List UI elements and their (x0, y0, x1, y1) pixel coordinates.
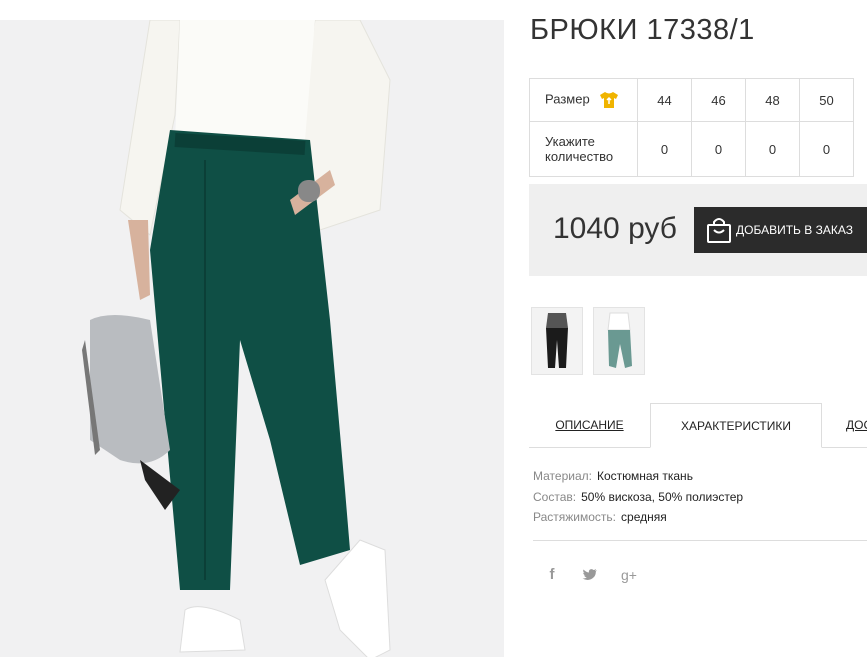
size-label-cell: Размер (529, 78, 638, 122)
thumbnail-green-pants[interactable] (593, 307, 645, 375)
characteristic-key: Материал: (533, 469, 592, 483)
characteristic-key: Растяжимость: (533, 510, 617, 524)
size-46: 46 (691, 78, 746, 122)
add-to-order-label: ДОБАВИТЬ В ЗАКАЗ (736, 223, 853, 237)
tab-characteristics[interactable]: ХАРАКТЕРИСТИКИ (650, 403, 822, 448)
quantity-input-44[interactable]: 0 (637, 121, 692, 177)
quantity-label-line1: Укажите (545, 134, 595, 149)
tab-description-label: ОПИСАНИЕ (555, 418, 624, 432)
quantity-input-46[interactable]: 0 (691, 121, 746, 177)
quantity-row: Укажите количество 0 0 0 0 (529, 121, 854, 177)
product-tabs: ОПИСАНИЕ ХАРАКТЕРИСТИКИ ДОСТАВКА (529, 403, 867, 448)
size-48: 48 (745, 78, 800, 122)
price-panel: 1040 руб ДОБАВИТЬ В ЗАКАЗ (529, 184, 867, 276)
characteristic-key: Состав: (533, 489, 577, 504)
tab-characteristics-label: ХАРАКТЕРИСТИКИ (680, 419, 791, 433)
tab-delivery-label: ДОСТАВКА (846, 418, 867, 432)
twitter-icon[interactable] (581, 566, 599, 584)
characteristic-row: Растяжимость: средняя (533, 507, 743, 528)
characteristic-row: Материал: Костюмная ткань (533, 466, 743, 487)
size-44: 44 (637, 78, 692, 122)
tab-delivery[interactable]: ДОСТАВКА (846, 403, 867, 447)
characteristic-row: Состав: 50% вискоза, 50% полиэстер (533, 487, 743, 508)
facebook-icon[interactable]: f (543, 566, 561, 584)
characteristic-value: средняя (621, 510, 667, 524)
characteristics-list: Материал: Костюмная ткань Состав: 50% виск… (533, 466, 743, 528)
product-main-image[interactable] (0, 20, 504, 657)
size-label: Размер (545, 91, 590, 107)
size-row: Размер 44 46 48 50 (529, 78, 854, 122)
size-50: 50 (799, 78, 854, 122)
tab-description[interactable]: ОПИСАНИЕ (529, 403, 650, 447)
divider (533, 540, 867, 541)
google-plus-icon[interactable]: g+ (618, 566, 640, 584)
characteristic-value: 50% вискоза, 50% полиэстер (581, 489, 744, 504)
characteristic-value: Костюмная ткань (596, 469, 693, 483)
quantity-label-line2: количество (545, 149, 614, 164)
size-table: Размер 44 46 48 50 Укажите количество 0 … (529, 78, 854, 177)
price: 1040 руб (553, 212, 677, 245)
quantity-input-48[interactable]: 0 (745, 121, 800, 177)
shopping-bag-icon (707, 218, 731, 243)
product-title: БРЮКИ 17338/1 (530, 14, 755, 46)
add-to-order-button[interactable]: ДОБАВИТЬ В ЗАКАЗ (694, 207, 867, 253)
thumbnail-black-pants[interactable] (531, 307, 583, 375)
quantity-input-50[interactable]: 0 (799, 121, 854, 177)
tshirt-icon[interactable] (599, 91, 619, 109)
quantity-label: Укажите количество (529, 121, 638, 177)
